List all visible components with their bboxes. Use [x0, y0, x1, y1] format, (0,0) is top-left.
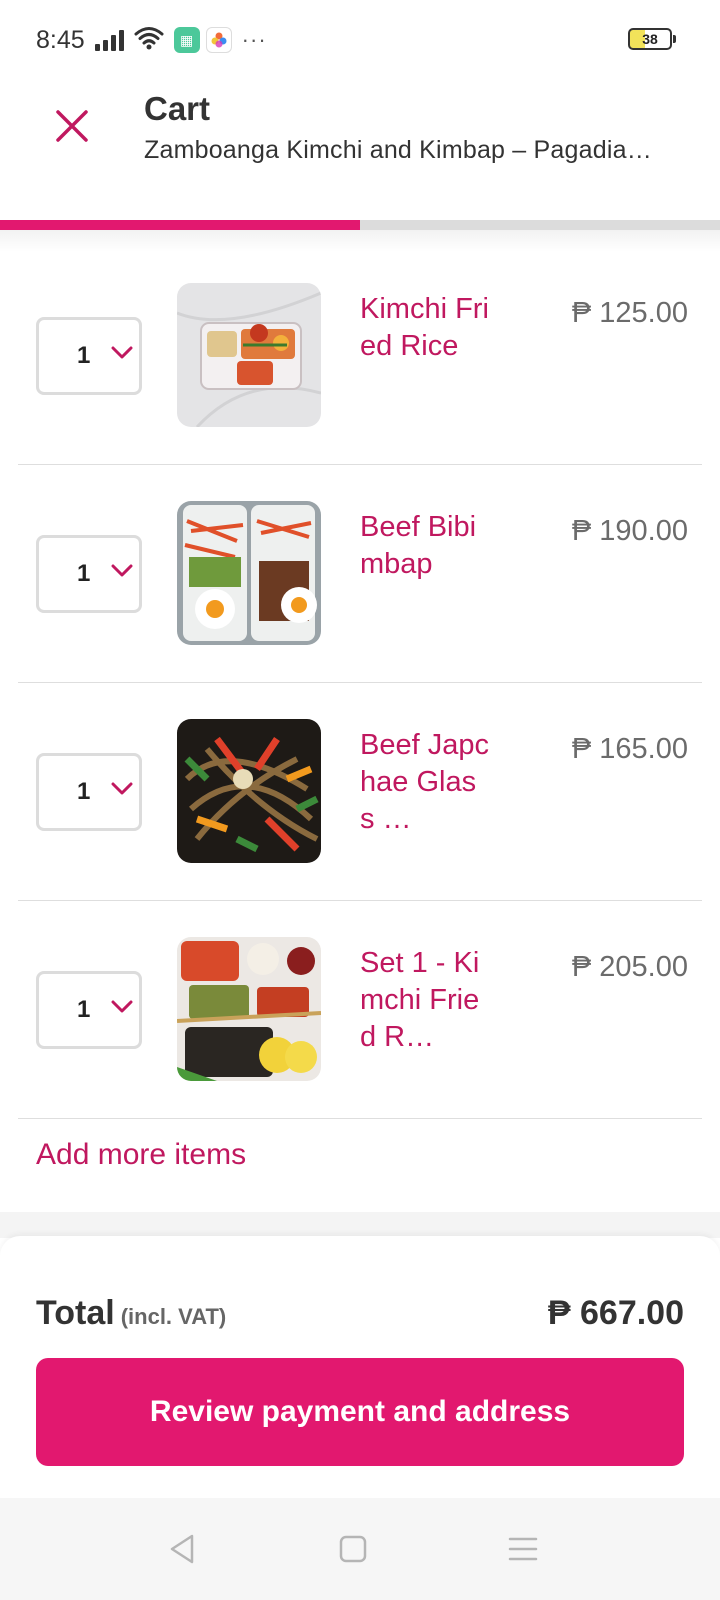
quantity-dropdown[interactable]: 1: [36, 317, 142, 395]
cart-item: 1 Kimchi Fried Rice ₱ 125.00: [18, 247, 702, 465]
battery-level: 38: [642, 31, 658, 47]
battery-icon: 38: [628, 28, 676, 50]
chevron-down-icon: [111, 782, 133, 795]
signal-icon: [94, 29, 124, 51]
status-time: 8:45: [36, 25, 85, 54]
item-image-beef-japchae: [177, 719, 321, 863]
total-vat-note: (incl. VAT): [120, 1304, 227, 1329]
item-price: ₱ 165.00: [571, 733, 688, 765]
quantity-dropdown[interactable]: 1: [36, 971, 142, 1049]
home-icon[interactable]: [336, 1532, 370, 1566]
item-name[interactable]: Kimchi Fried Rice: [360, 291, 490, 365]
total-label: Total (incl. VAT): [36, 1294, 226, 1333]
cart-screen: 8:45 ▦ ··· 38 Cart Zamboanga Kimchi and …: [0, 0, 720, 1600]
total-label-text: Total: [36, 1294, 115, 1332]
cart-header: Cart Zamboanga Kimchi and Kimbap – Pagad…: [0, 80, 720, 220]
order-summary: Total (incl. VAT) ₱ 667.00 Review payment…: [0, 1236, 720, 1498]
quantity-value: 1: [77, 342, 91, 369]
system-nav-bar: [0, 1498, 720, 1600]
cart-item: 1 Beef Japchae Glass … ₱ 165.00: [18, 683, 702, 901]
chevron-down-icon: [111, 564, 133, 577]
item-price: ₱ 125.00: [571, 297, 688, 329]
item-name[interactable]: Beef Japchae Glass …: [360, 727, 490, 838]
status-bar: 8:45 ▦ ··· 38: [0, 0, 720, 80]
quantity-value: 1: [77, 996, 91, 1023]
item-price: ₱ 190.00: [571, 515, 688, 547]
quantity-dropdown[interactable]: 1: [36, 535, 142, 613]
chevron-down-icon: [111, 346, 133, 359]
wifi-icon: [134, 26, 164, 55]
item-name[interactable]: Beef Bibimbap: [360, 509, 490, 583]
item-image-set-1: [177, 937, 321, 1081]
calculator-app-icon: ▦: [173, 27, 200, 53]
menu-icon[interactable]: [506, 1532, 540, 1566]
item-image-beef-bibimbap: [177, 501, 321, 645]
more-notifications-indicator: ···: [241, 27, 267, 52]
photos-app-icon: [205, 27, 232, 53]
total-value: ₱ 667.00: [547, 1294, 684, 1332]
restaurant-name: Zamboanga Kimchi and Kimbap – Pagadia…: [144, 136, 652, 164]
quantity-value: 1: [77, 778, 91, 805]
cart-item: 1 Beef Bibimbap ₱ 190.00: [18, 465, 702, 683]
item-price: ₱ 205.00: [571, 951, 688, 983]
page-title: Cart: [144, 90, 211, 127]
quantity-dropdown[interactable]: 1: [36, 753, 142, 831]
close-icon: [56, 110, 88, 142]
review-payment-button[interactable]: Review payment and address: [36, 1358, 684, 1466]
close-button[interactable]: [48, 102, 96, 150]
checkout-progress-fill: [0, 220, 360, 230]
checkout-progress-bar: [0, 220, 720, 230]
quantity-value: 1: [77, 560, 91, 587]
item-name[interactable]: Set 1 - Kimchi Fried R…: [360, 945, 490, 1056]
back-icon[interactable]: [166, 1532, 200, 1566]
cart-item: 1 Set 1 - Kimchi Fried R… ₱ 205.00: [18, 901, 702, 1119]
chevron-down-icon: [111, 1000, 133, 1013]
add-more-items-link[interactable]: Add more items: [36, 1138, 246, 1172]
item-image-kimchi-fried-rice: [177, 283, 321, 427]
section-divider: [0, 1212, 720, 1238]
cart-item-list: 1 Kimchi Fried Rice ₱ 125.00 1 Beef Bibi…: [18, 247, 702, 1119]
